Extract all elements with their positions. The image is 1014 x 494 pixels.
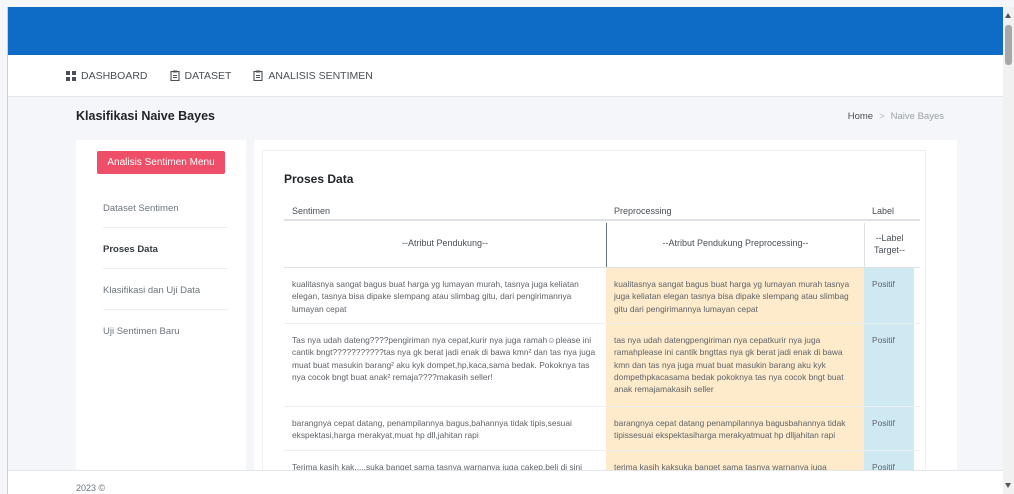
cell-sentimen: kualitasnya sangat bagus buat harga yg l… (292, 279, 579, 314)
breadcrumb-separator: > (879, 111, 885, 122)
header-preprocessing: Preprocessing (614, 206, 672, 216)
proses-data-card: Proses Data Sentimen Preprocessing Label… (262, 150, 926, 491)
scroll-down-arrow-icon[interactable] (1005, 483, 1011, 488)
sidebar-item-uji-sentimen-baru[interactable]: Uji Sentimen Baru (103, 326, 228, 337)
main-content: Proses Data Sentimen Preprocessing Label… (254, 140, 957, 491)
header-sentimen: Sentimen (292, 206, 331, 216)
top-header-bar (8, 7, 1003, 55)
page-header: Klasifikasi Naive Bayes Home > Naive Bay… (8, 97, 1003, 133)
nav-dataset-label: DATASET (184, 69, 232, 82)
cell-label: Positif (864, 407, 914, 450)
table-subheader-row: --Atribut Pendukung-- --Atribut Pendukun… (284, 223, 920, 268)
sidebar-divider (103, 227, 228, 228)
cell-preprocessing: kualitasnya sangat bagus buat harga yg l… (606, 268, 864, 323)
header-label: Label (872, 206, 895, 216)
subheader-label: --Label Target-- (864, 223, 914, 267)
cell-preprocessing: barangnya cepat datang penampilannya bag… (606, 407, 864, 450)
sidebar-divider (103, 268, 228, 269)
table-row: barangnya cepat datang, penampilannya ba… (284, 407, 920, 451)
sidebar-item-proses-data[interactable]: Proses Data (103, 244, 228, 255)
scroll-up-arrow-icon[interactable] (1005, 13, 1011, 18)
table-row: Tas nya udah dateng????pengiriman nya ce… (284, 324, 920, 407)
subheader-sentimen: --Atribut Pendukung-- (401, 238, 489, 248)
browser-viewport: DASHBOARD DATASET ANALISIS SENTIMEN Klas… (7, 7, 1003, 494)
nav-dataset[interactable]: DATASET (169, 69, 232, 82)
sidebar-menu: Analisis Sentimen Menu Dataset Sentimen … (76, 140, 246, 470)
footer-copyright: 2023 © (76, 483, 106, 493)
sidebar-item-klasifikasi-uji-data[interactable]: Klasifikasi dan Uji Data (103, 285, 228, 296)
cell-preprocessing: tas nya udah datengpengiriman nya cepatk… (606, 324, 864, 406)
cell-label: Positif (864, 268, 914, 323)
grid-icon (66, 70, 76, 81)
nav-analisis-sentimen[interactable]: ANALISIS SENTIMEN (253, 69, 373, 82)
cell-sentimen: barangnya cepat datang, penampilannya ba… (292, 418, 572, 441)
table-header-row: Sentimen Preprocessing Label (284, 197, 920, 221)
cell-sentimen: Tas nya udah dateng????pengiriman nya ce… (292, 335, 596, 382)
breadcrumb-home-link[interactable]: Home (848, 111, 873, 122)
cell-label: Positif (864, 324, 914, 406)
breadcrumb-current: Naive Bayes (890, 111, 944, 122)
subheader-preprocessing: --Atribut Pendukung Preprocessing-- (606, 223, 864, 267)
nav-dashboard[interactable]: DASHBOARD (66, 70, 148, 82)
table-row: kualitasnya sangat bagus buat harga yg l… (284, 268, 920, 324)
card-title: Proses Data (284, 172, 354, 186)
breadcrumb: Home > Naive Bayes (848, 111, 944, 122)
main-navbar: DASHBOARD DATASET ANALISIS SENTIMEN (8, 55, 1003, 97)
sidebar-item-dataset-sentimen[interactable]: Dataset Sentimen (103, 203, 228, 214)
sidebar-divider (103, 309, 228, 310)
nav-dashboard-label: DASHBOARD (81, 69, 148, 82)
page-title: Klasifikasi Naive Bayes (76, 109, 215, 123)
page-scrollbar[interactable] (1003, 7, 1014, 494)
page-footer: 2023 © (8, 470, 1003, 494)
analisis-sentimen-menu-button[interactable]: Analisis Sentimen Menu (97, 151, 225, 174)
nav-analisis-sentimen-label: ANALISIS SENTIMEN (268, 69, 373, 82)
clipboard-icon (253, 70, 263, 81)
clipboard-icon (169, 70, 180, 81)
scrollbar-thumb[interactable] (1005, 25, 1012, 65)
